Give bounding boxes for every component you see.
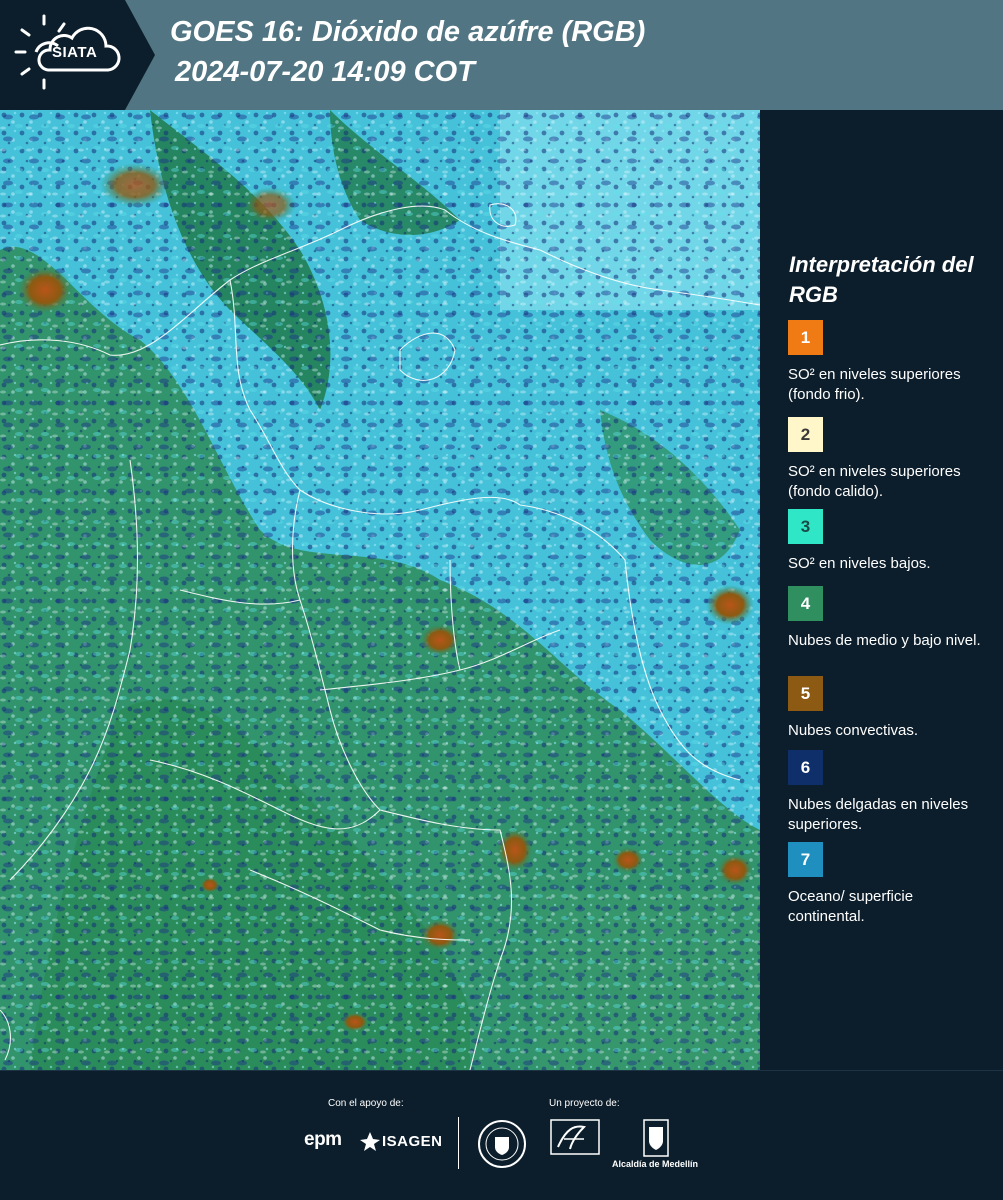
- epm-logo: epm: [304, 1129, 342, 1150]
- header-bar: SIATA GOES 16: Dióxido de azúfre (RGB) 2…: [0, 0, 1003, 110]
- legend-swatch: 5: [788, 676, 823, 711]
- legend-item-2: 2 SO² en niveles superiores (fondo calid…: [788, 417, 988, 502]
- legend-item-4: 4 Nubes de medio y bajo nivel.: [788, 586, 988, 651]
- legend-swatch: 2: [788, 417, 823, 452]
- legend-item-6: 6 Nubes delgadas en niveles superiores.: [788, 750, 988, 835]
- legend-title: Interpretación del RGB: [789, 252, 974, 307]
- legend-swatch: 4: [788, 586, 823, 621]
- legend-item-7: 7 Oceano/ superficie continental.: [788, 842, 988, 927]
- legend-item-label: Nubes delgadas en niveles superiores.: [788, 796, 969, 833]
- siata-logo-text: SIATA: [52, 44, 98, 61]
- legend-swatch: 6: [788, 750, 823, 785]
- isagen-mark-icon: [360, 1132, 380, 1151]
- legend-item-label: SO² en niveles superiores (fondo calido)…: [788, 463, 961, 500]
- alcaldia-shield-icon: [643, 1119, 669, 1157]
- area-metropolitana-logo-icon: [550, 1119, 600, 1155]
- project-label: Un proyecto de:: [549, 1098, 620, 1109]
- satellite-image: [0, 110, 760, 1070]
- footer-divider: [458, 1117, 459, 1169]
- legend-item-label: Nubes convectivas.: [788, 722, 919, 739]
- support-label: Con el apoyo de:: [328, 1098, 404, 1109]
- legend-swatch: 7: [788, 842, 823, 877]
- legend-item-1: 1 SO² en niveles superiores (fondo frio)…: [788, 320, 988, 405]
- legend-swatch: 3: [788, 509, 823, 544]
- satellite-map[interactable]: [0, 110, 760, 1070]
- legend-item-label: Nubes de medio y bajo nivel.: [788, 632, 981, 649]
- siata-logo: SIATA: [0, 0, 155, 110]
- legend-item-label: SO² en niveles superiores (fondo frio).: [788, 366, 961, 403]
- alcaldia-logo-text: Alcaldía de Medellín: [612, 1159, 699, 1169]
- page-title: GOES 16: Dióxido de azúfre (RGB): [170, 16, 646, 48]
- legend-item-3: 3 SO² en niveles bajos.: [788, 509, 988, 574]
- page-timestamp: 2024-07-20 14:09 COT: [175, 56, 475, 88]
- legend-item-label: Oceano/ superficie continental.: [788, 888, 914, 925]
- legend-item-label: SO² en niveles bajos.: [788, 555, 931, 572]
- legend-panel: Interpretación del RGB 1 SO² en niveles …: [760, 110, 1003, 1070]
- isagen-logo: ISAGEN: [382, 1133, 443, 1150]
- legend-item-5: 5 Nubes convectivas.: [788, 676, 988, 741]
- footer: Con el apoyo de: Un proyecto de: epm ISA…: [0, 1070, 1003, 1200]
- medellin-seal-icon: [478, 1120, 526, 1168]
- legend-swatch: 1: [788, 320, 823, 355]
